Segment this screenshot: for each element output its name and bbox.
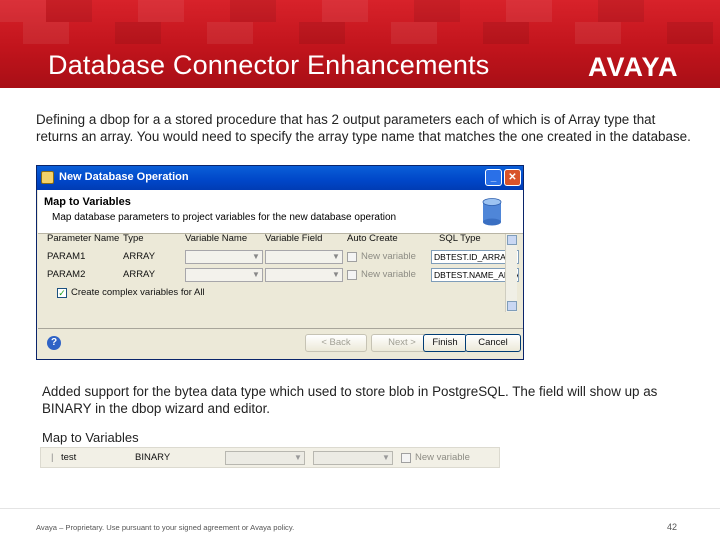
footer-disclaimer: Avaya – Proprietary. Use pursuant to you…: [36, 523, 295, 532]
app-icon: [41, 171, 54, 184]
col-type: Type: [123, 233, 144, 244]
strip-variable-field-combo[interactable]: ▼: [313, 451, 393, 465]
avaya-logo: AVAYA: [588, 52, 679, 82]
row1-new-variable-label: New variable: [361, 251, 416, 262]
row2-new-variable-checkbox[interactable]: [347, 270, 357, 280]
close-button[interactable]: ✕: [504, 169, 521, 186]
row1-new-variable-checkbox[interactable]: [347, 252, 357, 262]
strip-new-variable-label: New variable: [415, 452, 470, 463]
slide-title: Database Connector Enhancements: [48, 50, 490, 80]
map-to-variables-label: Map to Variables: [42, 430, 139, 445]
new-database-operation-dialog: New Database Operation _ ✕ Map to Variab…: [36, 165, 524, 360]
page-number: 42: [667, 522, 678, 532]
row1-param: PARAM1: [47, 251, 86, 262]
col-sql-type: SQL Type: [439, 233, 481, 244]
chevron-down-icon: ▼: [294, 453, 302, 462]
wizard-banner: Map to Variables Map database parameters…: [38, 190, 523, 234]
chevron-down-icon: ▼: [332, 270, 340, 279]
binary-mapping-row: | test BINARY ▼ ▼ New variable: [40, 447, 500, 468]
scroll-up-button[interactable]: [507, 235, 517, 245]
strip-variable-name-combo[interactable]: ▼: [225, 451, 305, 465]
create-all-label: Create complex variables for All: [71, 287, 205, 298]
strip-new-variable-checkbox[interactable]: [401, 453, 411, 463]
button-separator: [38, 328, 523, 329]
bytea-paragraph: Added support for the bytea data type wh…: [42, 384, 658, 416]
chevron-down-icon: ▼: [382, 453, 390, 462]
row2-new-variable-label: New variable: [361, 269, 416, 280]
minimize-button[interactable]: _: [485, 169, 502, 186]
help-icon[interactable]: ?: [47, 336, 61, 350]
row1-variable-field-combo[interactable]: ▼: [265, 250, 343, 264]
intro-paragraph: Defining a dbop for a a stored procedure…: [36, 112, 691, 144]
chevron-down-icon: ▼: [252, 252, 260, 261]
cancel-button[interactable]: Cancel: [465, 334, 521, 352]
row2-param: PARAM2: [47, 269, 86, 280]
header-band: Database Connector Enhancements AVAYA: [0, 0, 720, 88]
finish-button[interactable]: Finish: [423, 334, 467, 352]
dialog-titlebar[interactable]: New Database Operation _ ✕: [37, 166, 523, 190]
grid-scrollbar[interactable]: [505, 234, 517, 312]
col-auto-create: Auto Create: [347, 233, 398, 244]
footer-divider: [0, 508, 720, 509]
col-variable-field: Variable Field: [265, 233, 323, 244]
chevron-down-icon: ▼: [252, 270, 260, 279]
row1-type: ARRAY: [123, 251, 156, 262]
chevron-down-icon: ▼: [332, 252, 340, 261]
banner-subtitle: Map database parameters to project varia…: [52, 212, 397, 223]
strip-param: test: [61, 452, 77, 463]
strip-type: BINARY: [135, 452, 171, 463]
row1-variable-name-combo[interactable]: ▼: [185, 250, 263, 264]
col-variable-name: Variable Name: [185, 233, 248, 244]
scroll-down-button[interactable]: [507, 301, 517, 311]
row-cursor: |: [51, 452, 54, 463]
row2-variable-name-combo[interactable]: ▼: [185, 268, 263, 282]
col-parameter-name: Parameter Name: [47, 233, 120, 244]
dialog-title: New Database Operation: [59, 171, 189, 183]
row2-variable-field-combo[interactable]: ▼: [265, 268, 343, 282]
back-button[interactable]: < Back: [305, 334, 367, 352]
create-all-checkbox[interactable]: ✓: [57, 288, 67, 298]
banner-title: Map to Variables: [44, 196, 131, 208]
row2-type: ARRAY: [123, 269, 156, 280]
database-icon: [482, 198, 502, 226]
